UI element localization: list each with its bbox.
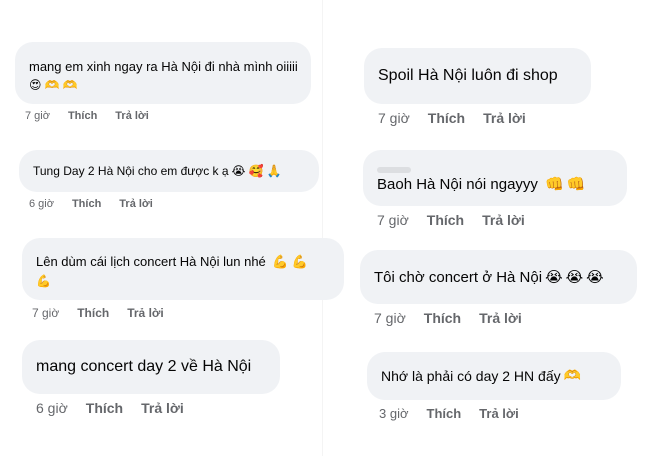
flexed-biceps-emoji-icon: 💪 <box>291 255 308 270</box>
reply-button[interactable]: Trả lời <box>483 110 526 126</box>
fist-bump-emoji-icon: 👊 <box>545 175 564 193</box>
comment-text: Tung Day 2 Hà Nội cho em được k ạ <box>33 164 229 178</box>
heart-hands-emoji-icon: 🫶 <box>563 368 582 384</box>
like-button[interactable]: Thích <box>428 110 465 126</box>
comment-bubble: Baoh Hà Nội nói ngayyy 👊 👊 <box>363 150 627 206</box>
comment-time: 7 giờ <box>378 110 410 126</box>
comment-text: Baoh Hà Nội nói ngayyy <box>377 176 538 193</box>
like-button[interactable]: Thích <box>427 406 462 421</box>
comment-bubble: Tôi chờ concert ở Hà Nội 😭 😭 😭 <box>360 250 637 304</box>
comment-actions: 7 giờ Thích Trả lời <box>377 212 627 228</box>
like-button[interactable]: Thích <box>427 212 464 228</box>
comment-item: Nhớ là phải có day 2 HN đấy 🫶 3 giờ Thíc… <box>367 352 621 421</box>
reply-button[interactable]: Trả lời <box>141 400 184 416</box>
like-button[interactable]: Thích <box>86 400 123 416</box>
like-button[interactable]: Thích <box>68 110 97 122</box>
smiling-hearts-emoji-icon: 🥰 <box>248 164 264 178</box>
flexed-biceps-emoji-icon: 💪 <box>272 255 289 270</box>
reply-button[interactable]: Trả lời <box>119 198 153 210</box>
like-button[interactable]: Thích <box>77 306 109 320</box>
reply-button[interactable]: Trả lời <box>482 212 525 228</box>
comment-bubble: mang em xinh ngay ra Hà Nội đi nhà mình … <box>15 42 311 104</box>
comment-actions: 6 giờ Thích Trả lời <box>36 400 280 416</box>
comments-column-right: Spoil Hà Nội luôn đi shop 7 giờ Thích Tr… <box>323 0 645 456</box>
reply-button[interactable]: Trả lời <box>479 310 522 326</box>
crying-emoji-icon: 😭 <box>586 268 604 286</box>
comment-time: 7 giờ <box>377 212 409 228</box>
fist-bump-emoji-icon: 👊 <box>566 175 586 193</box>
comment-bubble: Lên dùm cái lịch concert Hà Nội lun nhé … <box>22 238 344 300</box>
comment-actions: 7 giờ Thích Trả lời <box>32 306 344 320</box>
author-name-blurred[interactable] <box>377 167 411 173</box>
like-button[interactable]: Thích <box>72 198 101 210</box>
comment-text: mang concert day 2 về Hà Nội <box>36 358 252 375</box>
comment-time: 7 giờ <box>374 310 406 326</box>
comment-actions: 7 giờ Thích Trả lời <box>374 310 637 326</box>
comment-time: 3 giờ <box>379 406 409 421</box>
comment-bubble: mang concert day 2 về Hà Nội <box>22 340 280 394</box>
comment-text: Tôi chờ concert ở Hà Nội <box>374 268 543 286</box>
comment-time: 7 giờ <box>32 306 60 320</box>
comments-column-left: mang em xinh ngay ra Hà Nội đi nhà mình … <box>0 0 344 456</box>
comment-text: Lên dùm cái lịch concert Hà Nội lun nhé <box>36 254 266 269</box>
comment-time: 6 giờ <box>29 198 54 210</box>
heart-eyes-emoji-icon: 😍 <box>29 77 42 92</box>
comment-time: 6 giờ <box>36 400 68 416</box>
comment-time: 7 giờ <box>25 110 50 122</box>
pray-emoji-icon: 🙏 <box>266 164 282 178</box>
crying-emoji-icon: 😭 <box>231 164 246 178</box>
crying-emoji-icon: 😭 <box>545 268 563 286</box>
comment-item: mang em xinh ngay ra Hà Nội đi nhà mình … <box>15 42 311 122</box>
flexed-biceps-emoji-icon: 💪 <box>36 274 51 288</box>
comment-text: mang em xinh ngay ra Hà Nội đi nhà mình … <box>29 58 298 74</box>
reply-button[interactable]: Trả lời <box>127 306 164 320</box>
reply-button[interactable]: Trả lời <box>479 406 519 421</box>
comment-actions: 3 giờ Thích Trả lời <box>379 406 621 421</box>
comment-item: Spoil Hà Nội luôn đi shop 7 giờ Thích Tr… <box>364 48 591 126</box>
comment-bubble: Spoil Hà Nội luôn đi shop <box>364 48 591 104</box>
comment-bubble: Tung Day 2 Hà Nội cho em được k ạ 😭 🥰 🙏 <box>19 150 319 192</box>
like-button[interactable]: Thích <box>424 310 461 326</box>
comment-actions: 7 giờ Thích Trả lời <box>378 110 591 126</box>
heart-hands-emoji-icon: 🫶 <box>62 77 78 92</box>
comment-text: Nhớ là phải có day 2 HN đấy <box>381 368 561 384</box>
heart-hands-emoji-icon: 🫶 <box>44 77 60 92</box>
crying-emoji-icon: 😭 <box>565 268 584 286</box>
comment-actions: 7 giờ Thích Trả lời <box>25 110 311 122</box>
comment-item: Lên dùm cái lịch concert Hà Nội lun nhé … <box>22 238 344 320</box>
comment-text: Spoil Hà Nội luôn đi shop <box>378 67 558 84</box>
reply-button[interactable]: Trả lời <box>115 110 149 122</box>
comment-bubble: Nhớ là phải có day 2 HN đấy 🫶 <box>367 352 621 400</box>
comment-item: Tung Day 2 Hà Nội cho em được k ạ 😭 🥰 🙏 6 … <box>19 150 319 210</box>
comment-item: Tôi chờ concert ở Hà Nội 😭 😭 😭 7 giờ Thích… <box>360 250 637 326</box>
comment-item: mang concert day 2 về Hà Nội 6 giờ Thích… <box>22 340 280 416</box>
comment-item: Baoh Hà Nội nói ngayyy 👊 👊 7 giờ Thích Tr… <box>363 150 627 228</box>
comment-actions: 6 giờ Thích Trả lời <box>29 198 319 210</box>
